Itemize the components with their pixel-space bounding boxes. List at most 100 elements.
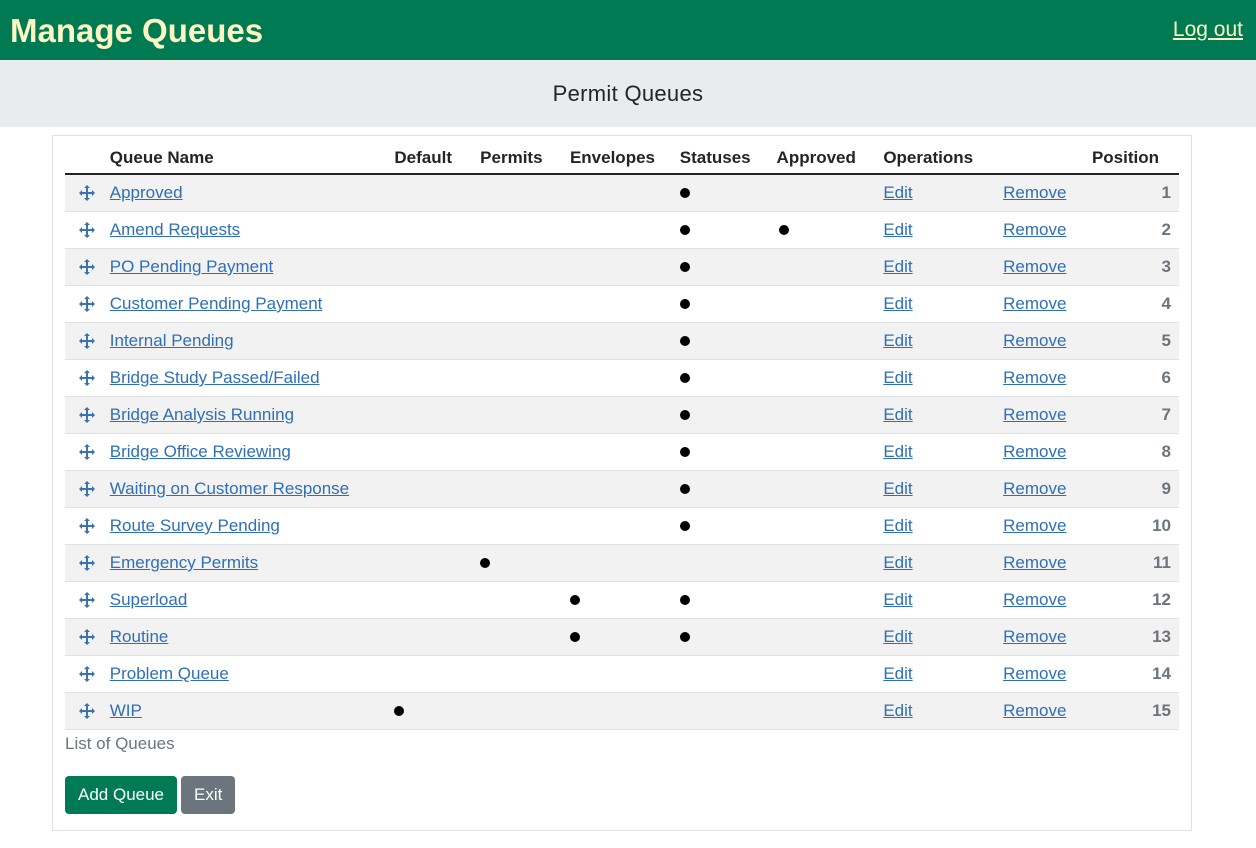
- move-arrows-icon[interactable]: [65, 481, 110, 497]
- drag-handle[interactable]: [65, 359, 110, 397]
- queue-name-link[interactable]: Bridge Analysis Running: [110, 405, 294, 424]
- table-row: Problem Queue Edit Remove 14: [65, 655, 1179, 693]
- move-arrows-icon[interactable]: [65, 518, 110, 534]
- filled-dot-icon: [679, 262, 690, 272]
- default-cell: [394, 581, 481, 619]
- move-arrows-icon[interactable]: [65, 629, 110, 645]
- statuses-cell: [679, 544, 777, 582]
- envelopes-cell: [569, 618, 680, 656]
- move-arrows-icon[interactable]: [65, 185, 110, 201]
- queue-name-link[interactable]: Bridge Office Reviewing: [110, 442, 291, 461]
- drag-handle[interactable]: [65, 396, 110, 434]
- approved-cell: [776, 396, 884, 434]
- edit-link[interactable]: Edit: [883, 553, 912, 572]
- edit-link[interactable]: Edit: [883, 442, 912, 461]
- edit-link[interactable]: Edit: [883, 405, 912, 424]
- queue-name-link[interactable]: Routine: [110, 627, 169, 646]
- edit-link[interactable]: Edit: [883, 220, 912, 239]
- drag-handle[interactable]: [65, 174, 110, 212]
- remove-link[interactable]: Remove: [1003, 664, 1066, 683]
- queue-name-link[interactable]: Internal Pending: [110, 331, 234, 350]
- remove-link[interactable]: Remove: [1003, 405, 1066, 424]
- remove-link[interactable]: Remove: [1003, 183, 1066, 202]
- move-arrows-icon[interactable]: [65, 592, 110, 608]
- approved-cell: [776, 618, 884, 656]
- drag-handle[interactable]: [65, 470, 110, 508]
- remove-cell: Remove: [1003, 581, 1092, 619]
- remove-link[interactable]: Remove: [1003, 479, 1066, 498]
- queue-name-link[interactable]: Problem Queue: [110, 664, 229, 683]
- edit-link[interactable]: Edit: [883, 627, 912, 646]
- edit-link[interactable]: Edit: [883, 590, 912, 609]
- edit-cell: Edit: [883, 174, 1004, 212]
- edit-link[interactable]: Edit: [883, 664, 912, 683]
- queue-name-cell: Amend Requests: [109, 211, 395, 249]
- envelopes-cell: [569, 507, 680, 545]
- queue-name-link[interactable]: Emergency Permits: [110, 553, 258, 572]
- remove-link[interactable]: Remove: [1003, 257, 1066, 276]
- exit-button[interactable]: Exit: [181, 776, 236, 814]
- remove-link[interactable]: Remove: [1003, 220, 1066, 239]
- drag-handle[interactable]: [65, 655, 110, 693]
- queue-name-link[interactable]: WIP: [110, 701, 142, 720]
- queue-name-link[interactable]: Superload: [110, 590, 188, 609]
- drag-handle[interactable]: [65, 692, 110, 730]
- table-caption: List of Queues: [65, 734, 175, 753]
- queue-name-link[interactable]: Waiting on Customer Response: [110, 479, 349, 498]
- edit-link[interactable]: Edit: [883, 516, 912, 535]
- edit-link[interactable]: Edit: [883, 257, 912, 276]
- drag-handle[interactable]: [65, 507, 110, 545]
- remove-link[interactable]: Remove: [1003, 701, 1066, 720]
- default-cell: [394, 470, 481, 508]
- drag-handle[interactable]: [65, 618, 110, 656]
- column-header-default: Default: [394, 142, 481, 175]
- remove-link[interactable]: Remove: [1003, 516, 1066, 535]
- edit-cell: Edit: [883, 359, 1004, 397]
- edit-cell: Edit: [883, 211, 1004, 249]
- move-arrows-icon[interactable]: [65, 222, 110, 238]
- move-arrows-icon[interactable]: [65, 296, 110, 312]
- edit-link[interactable]: Edit: [883, 479, 912, 498]
- queue-name-link[interactable]: PO Pending Payment: [110, 257, 273, 276]
- edit-link[interactable]: Edit: [883, 294, 912, 313]
- table-row: Superload Edit Remove 12: [65, 581, 1179, 619]
- envelopes-cell: [569, 581, 680, 619]
- queue-name-link[interactable]: Route Survey Pending: [110, 516, 280, 535]
- move-arrows-icon[interactable]: [65, 444, 110, 460]
- remove-link[interactable]: Remove: [1003, 590, 1066, 609]
- remove-cell: Remove: [1003, 544, 1092, 582]
- edit-link[interactable]: Edit: [883, 368, 912, 387]
- drag-handle[interactable]: [65, 544, 110, 582]
- move-arrows-icon[interactable]: [65, 666, 110, 682]
- edit-link[interactable]: Edit: [883, 331, 912, 350]
- edit-link[interactable]: Edit: [883, 183, 912, 202]
- remove-link[interactable]: Remove: [1003, 627, 1066, 646]
- move-arrows-icon[interactable]: [65, 333, 110, 349]
- drag-handle[interactable]: [65, 433, 110, 471]
- drag-handle[interactable]: [65, 211, 110, 249]
- queue-name-link[interactable]: Bridge Study Passed/Failed: [110, 368, 320, 387]
- drag-handle[interactable]: [65, 322, 110, 360]
- queue-name-link[interactable]: Customer Pending Payment: [110, 294, 323, 313]
- add-queue-button[interactable]: Add Queue: [65, 776, 178, 814]
- remove-link[interactable]: Remove: [1003, 331, 1066, 350]
- logout-link[interactable]: Log out: [1173, 18, 1243, 42]
- drag-handle[interactable]: [65, 581, 110, 619]
- move-arrows-icon[interactable]: [65, 370, 110, 386]
- move-arrows-icon[interactable]: [65, 407, 110, 423]
- drag-handle[interactable]: [65, 248, 110, 286]
- column-header-operations: Operations: [883, 142, 1004, 175]
- remove-link[interactable]: Remove: [1003, 294, 1066, 313]
- approved-cell: [776, 655, 884, 693]
- queue-name-link[interactable]: Approved: [110, 183, 183, 202]
- edit-link[interactable]: Edit: [883, 701, 912, 720]
- remove-link[interactable]: Remove: [1003, 442, 1066, 461]
- move-arrows-icon[interactable]: [65, 555, 110, 571]
- remove-link[interactable]: Remove: [1003, 368, 1066, 387]
- queue-name-link[interactable]: Amend Requests: [110, 220, 240, 239]
- move-arrows-icon[interactable]: [65, 259, 110, 275]
- drag-handle[interactable]: [65, 285, 110, 323]
- remove-link[interactable]: Remove: [1003, 553, 1066, 572]
- move-arrows-icon[interactable]: [65, 703, 110, 719]
- default-cell: [394, 544, 481, 582]
